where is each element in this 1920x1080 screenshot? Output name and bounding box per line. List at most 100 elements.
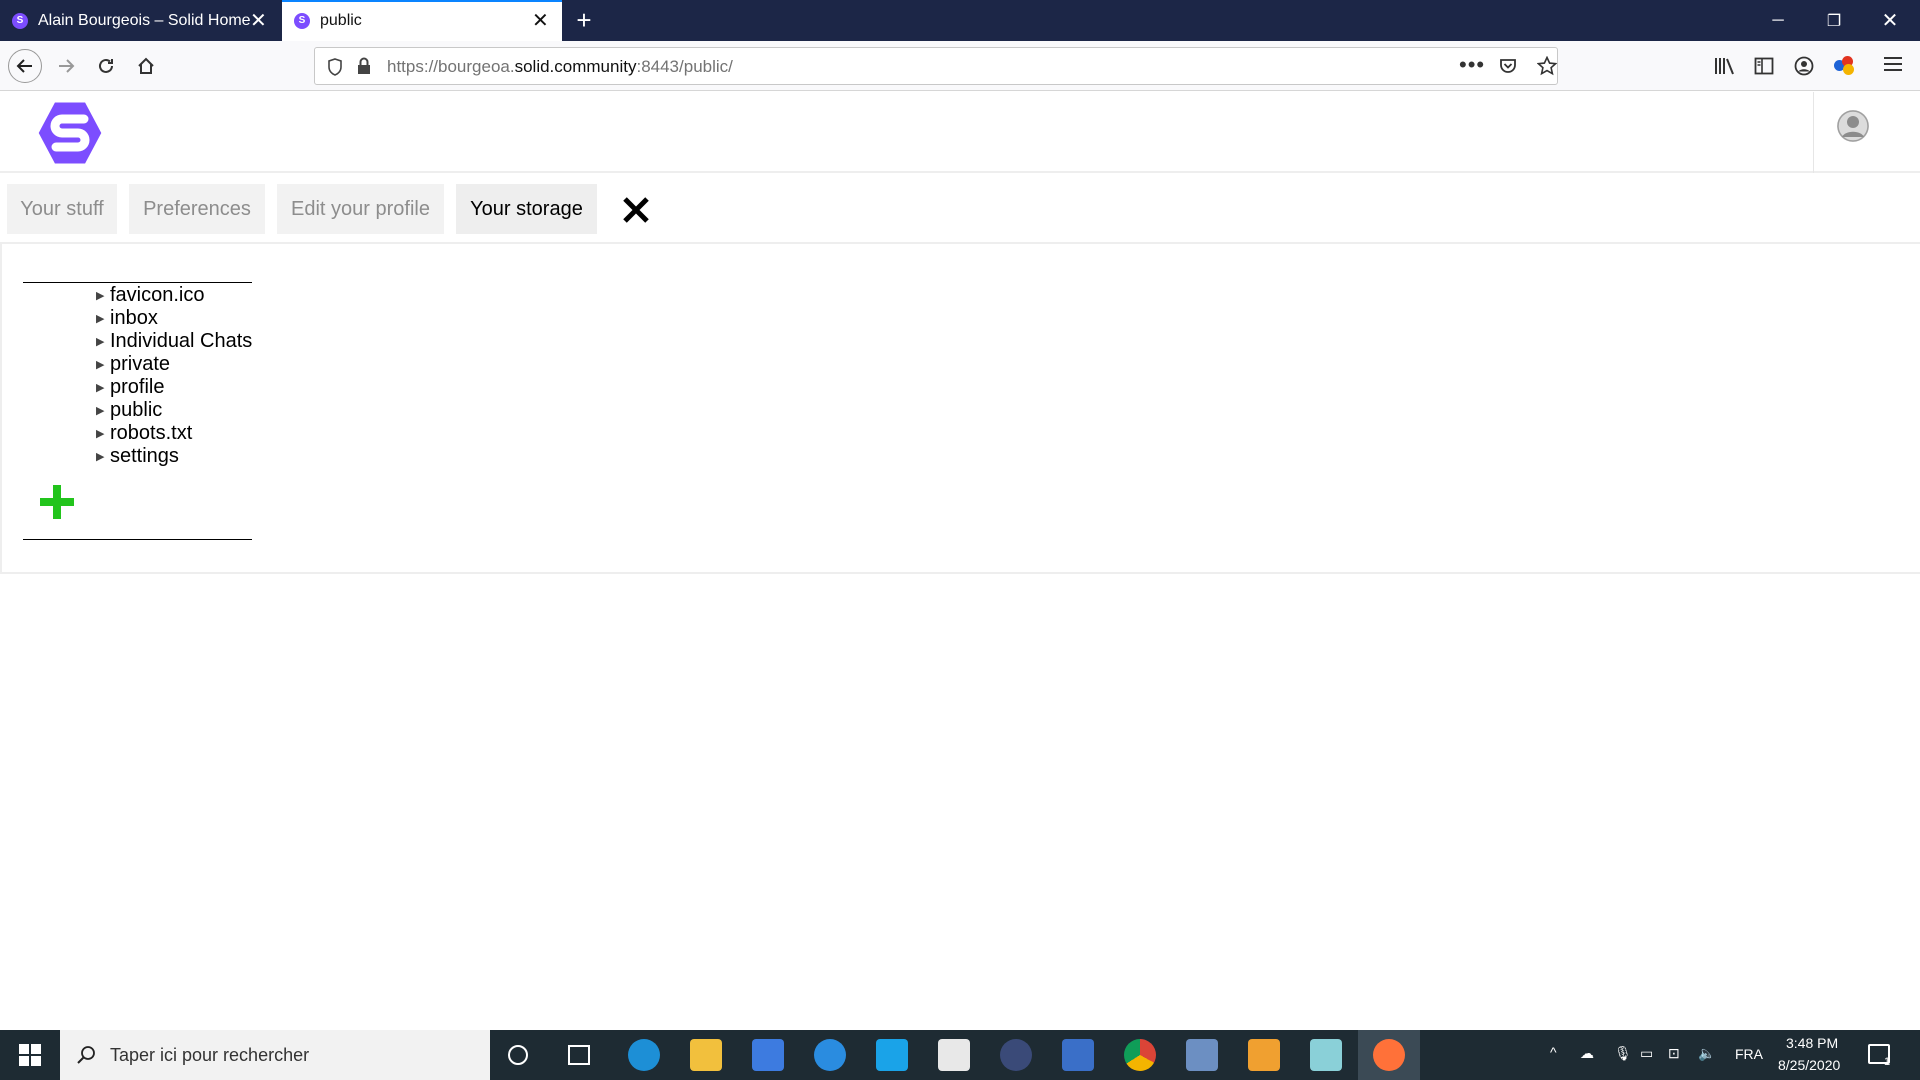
tab-your-storage[interactable]: Your storage [456, 184, 597, 234]
library-icon[interactable] [1714, 56, 1736, 76]
clock-time[interactable]: 3:48 PM [1786, 1035, 1838, 1051]
chrome-icon[interactable] [1124, 1039, 1156, 1071]
folder-bottom-border [23, 539, 252, 540]
battery-icon[interactable]: ▭ [1640, 1045, 1653, 1062]
user-avatar[interactable] [1837, 110, 1869, 142]
file-explorer-icon[interactable] [690, 1039, 722, 1071]
firefox-taskbar-item[interactable] [1358, 1030, 1420, 1080]
browser-tab-solid-home[interactable]: S Alain Bourgeois – Solid Home ✕ [0, 0, 280, 41]
expand-triangle-icon[interactable]: ▶ [96, 312, 110, 325]
notes-app-icon[interactable] [1310, 1039, 1342, 1071]
tab-label: Your storage [470, 197, 583, 220]
close-tab-icon[interactable]: ✕ [250, 11, 267, 31]
windows-start-button[interactable] [0, 1030, 60, 1080]
folder-item-label: settings [110, 444, 179, 467]
folder-item-label: robots.txt [110, 421, 193, 444]
forward-arrow-icon [59, 59, 75, 73]
hamburger-menu-icon[interactable] [1884, 55, 1902, 73]
forward-button[interactable] [50, 50, 82, 82]
page-actions-menu-icon[interactable]: ••• [1459, 52, 1485, 78]
back-button[interactable] [8, 49, 42, 83]
pocket-icon[interactable] [1499, 57, 1517, 75]
close-x-icon [623, 197, 649, 223]
tab-your-stuff[interactable]: Your stuff [7, 184, 117, 234]
expand-triangle-icon[interactable]: ▶ [96, 289, 110, 302]
firefox-icon [1373, 1039, 1405, 1071]
network-app-icon[interactable] [1062, 1039, 1094, 1071]
edge-icon[interactable] [628, 1039, 660, 1071]
minimize-window-button[interactable]: ─ [1755, 0, 1801, 41]
language-indicator[interactable]: FRA [1735, 1046, 1763, 1062]
bookmark-star-icon[interactable] [1537, 56, 1557, 76]
plus-icon [40, 485, 74, 519]
volume-icon[interactable]: 🔈 [1698, 1045, 1715, 1062]
show-hidden-icons-chevron[interactable]: ^ [1550, 1044, 1557, 1060]
new-tab-button[interactable]: + [570, 6, 598, 34]
taskbar-search-box[interactable]: Taper ici pour rechercher [60, 1030, 490, 1080]
folder-item-label: favicon.ico [110, 283, 205, 306]
task-view-icon[interactable] [568, 1045, 590, 1065]
expand-triangle-icon[interactable]: ▶ [96, 358, 110, 371]
folder-item[interactable]: ▶ public [96, 399, 162, 421]
expand-triangle-icon[interactable]: ▶ [96, 404, 110, 417]
reload-icon [99, 58, 113, 73]
app-blue-icon[interactable] [814, 1039, 846, 1071]
paint-app-icon[interactable] [1248, 1039, 1280, 1071]
folder-item[interactable]: ▶ inbox [96, 307, 158, 329]
close-window-button[interactable]: ✕ [1867, 0, 1913, 41]
reload-button[interactable] [90, 50, 122, 82]
folder-item[interactable]: ▶ Individual Chats [96, 330, 252, 352]
close-tabs-button[interactable] [619, 193, 653, 227]
store-icon[interactable] [752, 1039, 784, 1071]
expand-triangle-icon[interactable]: ▶ [96, 381, 110, 394]
lock-icon[interactable] [357, 57, 371, 75]
keepass-icon[interactable] [1000, 1039, 1032, 1071]
onedrive-icon[interactable]: ☁ [1580, 1045, 1594, 1062]
browser-tab-public[interactable]: S public ✕ [282, 0, 562, 41]
cortana-icon[interactable] [508, 1045, 528, 1065]
user-avatar-icon [1837, 110, 1869, 142]
folder-item[interactable]: ▶ favicon.ico [96, 284, 205, 306]
tab-title: public [320, 11, 362, 29]
network-icon[interactable]: ⊡ [1668, 1045, 1680, 1062]
expand-triangle-icon[interactable]: ▶ [96, 427, 110, 440]
microphone-icon[interactable]: 🎙 [1614, 1045, 1632, 1062]
home-icon [138, 57, 154, 74]
solid-logo[interactable] [34, 97, 106, 169]
solid-favicon-icon: S [12, 12, 28, 29]
windows-logo-icon [19, 1044, 41, 1066]
restore-window-button[interactable]: ❐ [1811, 0, 1857, 41]
app-c-icon[interactable] [876, 1039, 908, 1071]
url-text[interactable]: https://bourgeoa.solid.community:8443/pu… [387, 57, 733, 77]
tab-label: Your stuff [20, 197, 104, 220]
tab-preferences[interactable]: Preferences [129, 184, 265, 234]
app-header [0, 92, 1920, 173]
home-button[interactable] [130, 50, 162, 82]
extension-icon[interactable] [1834, 56, 1856, 76]
virtualbox-icon[interactable] [1186, 1039, 1218, 1071]
clock-date[interactable]: 8/25/2020 [1778, 1057, 1840, 1073]
expand-triangle-icon[interactable]: ▶ [96, 450, 110, 463]
url-prefix: https://bourgeoa. [387, 57, 515, 76]
close-tab-icon[interactable]: ✕ [532, 11, 549, 31]
folder-item-label: Individual Chats [110, 329, 253, 352]
tab-title: Alain Bourgeois – Solid Home [38, 11, 251, 29]
sidebar-icon[interactable] [1754, 56, 1774, 76]
folder-item-label: profile [110, 375, 165, 398]
browser-tab-strip: S Alain Bourgeois – Solid Home ✕ S publi… [0, 0, 1920, 41]
folder-item[interactable]: ▶ settings [96, 445, 179, 467]
folder-item[interactable]: ▶ private [96, 353, 170, 375]
solid-favicon-icon: S [294, 12, 310, 29]
search-icon [77, 1046, 95, 1064]
url-bar[interactable]: https://bourgeoa.solid.community:8443/pu… [314, 47, 1558, 85]
folder-item[interactable]: ▶ robots.txt [96, 422, 192, 444]
app-diamond-icon[interactable] [938, 1039, 970, 1071]
folder-item[interactable]: ▶ profile [96, 376, 164, 398]
tracking-protection-shield-icon[interactable] [327, 58, 343, 76]
tab-edit-your-profile[interactable]: Edit your profile [277, 184, 444, 234]
account-icon[interactable] [1794, 56, 1814, 76]
folder-item-label: private [110, 352, 171, 375]
tab-label: Preferences [143, 197, 251, 220]
add-item-button[interactable] [38, 483, 76, 521]
expand-triangle-icon[interactable]: ▶ [96, 335, 110, 348]
